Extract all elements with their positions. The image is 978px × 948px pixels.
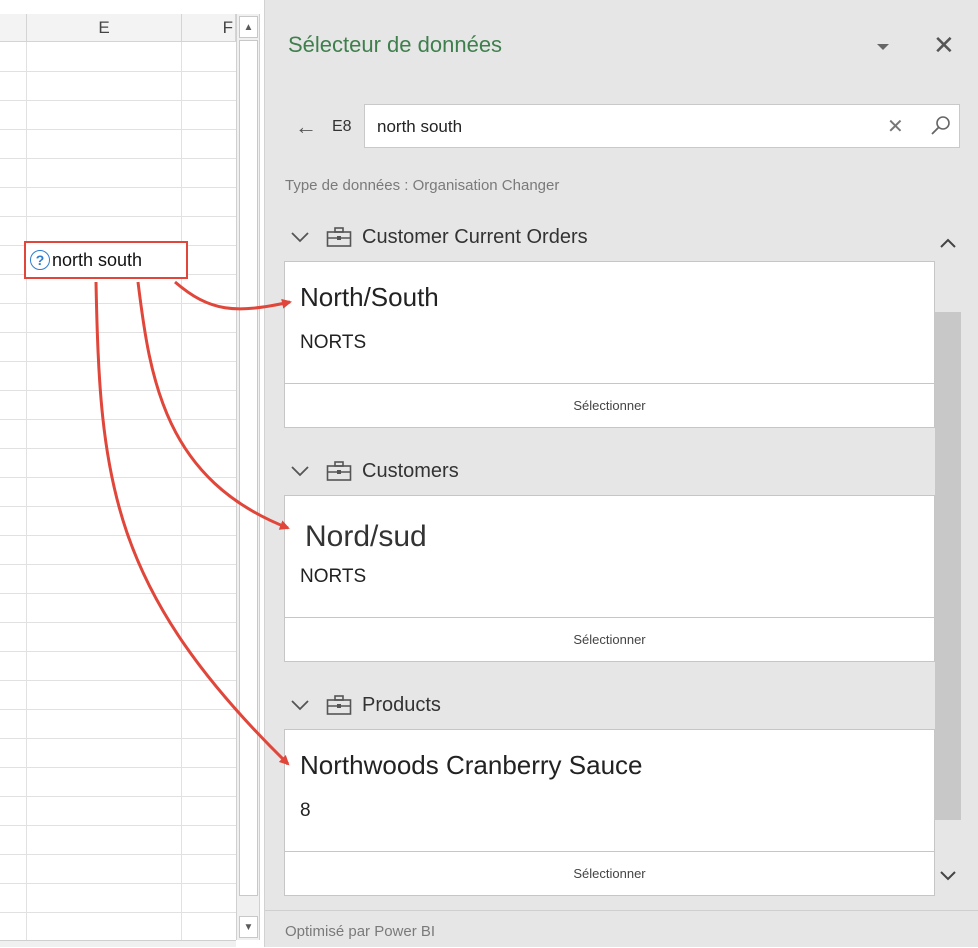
scroll-up-icon[interactable] (937, 232, 959, 254)
data-selector-pane: Sélecteur de données ✕ ← E8 north south … (264, 0, 978, 947)
card-subtitle: 8 (300, 800, 311, 821)
card-title: North/South (300, 282, 439, 312)
chevron-down-icon[interactable] (290, 227, 310, 247)
cell-grid[interactable] (0, 42, 236, 942)
result-card[interactable]: North/South NORTS Sélectionner (284, 261, 935, 428)
select-button[interactable]: Sélectionner (285, 618, 934, 661)
card-title: Nord/sud (305, 520, 427, 553)
search-input[interactable]: north south ✕ (364, 104, 960, 148)
sheet-bottom-bar (0, 940, 236, 947)
card-subtitle: NORTS (300, 332, 367, 353)
pane-footer: Optimisé par Power BI (265, 910, 978, 948)
search-icon[interactable] (930, 115, 952, 137)
question-circle-icon[interactable]: ? (30, 250, 50, 270)
column-header-d[interactable] (0, 14, 27, 42)
dropdown-icon[interactable] (876, 40, 890, 54)
sheet-top-strip (0, 0, 236, 14)
powered-by-text: Optimisé par Power BI (285, 923, 436, 940)
close-icon[interactable]: ✕ (933, 32, 955, 58)
group-name: Customers (362, 459, 459, 482)
chevron-down-icon[interactable] (290, 695, 310, 715)
cell-e8-text: north south (52, 249, 143, 270)
card-subtitle: NORTS (300, 566, 367, 587)
group-header-customer-current-orders[interactable]: Customer Current Orders (284, 217, 934, 257)
card-body[interactable]: North/South NORTS (285, 262, 934, 384)
column-header-f[interactable]: F (182, 14, 236, 42)
group-header-customers[interactable]: Customers (284, 451, 934, 491)
data-type-info[interactable]: Type de données : Organisation Changer (285, 177, 559, 194)
result-card[interactable]: Northwoods Cranberry Sauce 8 Sélectionne… (284, 729, 935, 896)
cell-reference: E8 (332, 118, 352, 135)
briefcase-icon (326, 695, 352, 715)
card-body[interactable]: Northwoods Cranberry Sauce 8 (285, 730, 934, 852)
group-header-products[interactable]: Products (284, 685, 934, 725)
back-arrow-icon[interactable]: ← (295, 114, 317, 140)
scrollbar-thumb[interactable] (239, 40, 258, 896)
card-body[interactable]: Nord/sud NORTS (285, 496, 934, 618)
select-button[interactable]: Sélectionner (285, 852, 934, 895)
results-list: Customer Current Orders North/South NORT… (284, 210, 961, 910)
chevron-down-icon[interactable] (290, 461, 310, 481)
column-header-e[interactable]: E (27, 14, 182, 42)
cell-e8[interactable]: ? north south (24, 241, 188, 279)
result-card[interactable]: Nord/sud NORTS Sélectionner (284, 495, 935, 662)
pane-title: Sélecteur de données (288, 32, 503, 57)
clear-icon[interactable]: ✕ (887, 114, 904, 139)
briefcase-icon (326, 227, 352, 247)
card-title: Northwoods Cranberry Sauce (300, 750, 643, 780)
select-button[interactable]: Sélectionner (285, 384, 934, 427)
scroll-down-icon[interactable]: ▼ (239, 916, 258, 938)
group-name: Products (362, 693, 441, 716)
scroll-down-icon[interactable] (937, 865, 959, 887)
search-input-value: north south (377, 117, 463, 136)
group-name: Customer Current Orders (362, 225, 588, 248)
scroll-up-icon[interactable]: ▲ (239, 16, 258, 38)
spreadsheet-grid: E F ? north south (0, 0, 236, 947)
sheet-vertical-scrollbar[interactable]: ▲ ▼ (236, 14, 260, 940)
pane-scrollbar-thumb[interactable] (935, 312, 961, 820)
briefcase-icon (326, 461, 352, 481)
pane-scrollbar[interactable] (935, 210, 961, 910)
